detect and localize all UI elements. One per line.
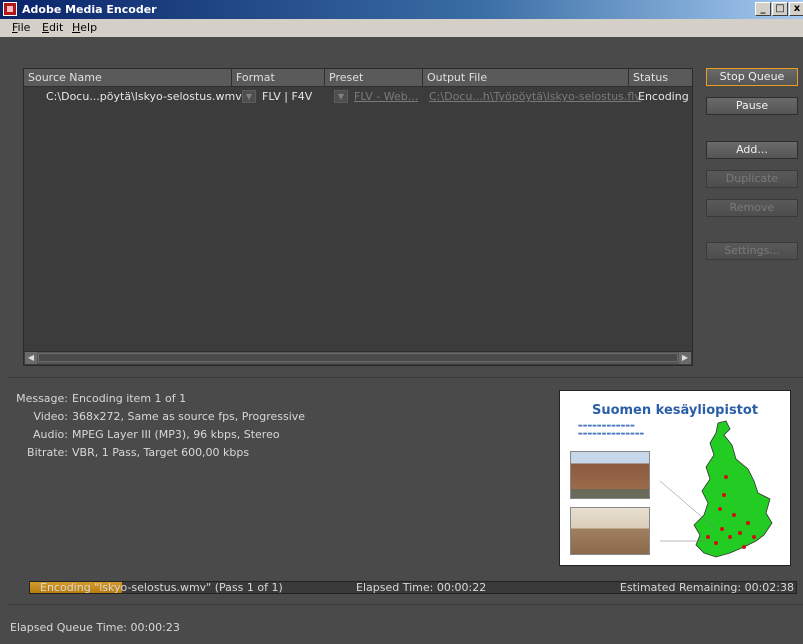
menu-edit[interactable]: Edit (42, 21, 63, 34)
preset-dropdown-icon[interactable]: ▼ (334, 90, 348, 103)
column-source-name[interactable]: Source Name (28, 71, 102, 84)
preview-subtext-line: ▬▬▬▬▬▬▬▬▬▬▬▬▬▬ (578, 431, 645, 437)
scrollbar-thumb[interactable] (38, 353, 678, 362)
video-value: 368x272, Same as source fps, Progressive (72, 410, 306, 423)
row-format[interactable]: FLV | F4V (262, 90, 312, 103)
elapsed-queue-time: Elapsed Queue Time: 00:00:23 (10, 621, 180, 634)
settings-button[interactable]: Settings... (706, 242, 798, 260)
encoding-progress-bar: Encoding "lskyo-selostus.wmv" (Pass 1 of… (29, 581, 797, 594)
audio-label: Audio: (33, 428, 68, 441)
preview-photo-building (570, 451, 650, 499)
menu-help[interactable]: Help (72, 21, 97, 34)
preview-slide-title: Suomen kesäyliopistot (591, 403, 759, 418)
stop-queue-button[interactable]: Stop Queue (706, 68, 798, 86)
panel-divider (8, 377, 803, 378)
footer-divider (8, 604, 803, 605)
message-label: Message: (16, 392, 68, 405)
row-output-file[interactable]: C:\Docu...h\Työpöytä\lskyo-selostus.flv (429, 90, 641, 103)
window-title: Adobe Media Encoder (22, 3, 157, 16)
row-preset[interactable]: FLV - Web... (354, 90, 418, 103)
column-format[interactable]: Format (236, 71, 275, 84)
scroll-right-icon[interactable]: ▶ (679, 352, 691, 364)
estimated-remaining: Estimated Remaining: 00:02:38 (619, 581, 794, 594)
queue-row[interactable]: C:\Docu...pöytä\lskyo-selostus.wmv ▼ FLV… (24, 87, 692, 107)
column-preset[interactable]: Preset (329, 71, 363, 84)
preview-photo-room (570, 507, 650, 555)
menu-file[interactable]: File (12, 21, 30, 34)
column-output-file[interactable]: Output File (427, 71, 487, 84)
menu-bar: File Edit Help (0, 19, 803, 37)
audio-value: MPEG Layer III (MP3), 96 kbps, Stereo (72, 428, 280, 441)
format-dropdown-icon[interactable]: ▼ (242, 90, 256, 103)
add-button[interactable]: Add... (706, 141, 798, 159)
remove-button[interactable]: Remove (706, 199, 798, 217)
scroll-left-icon[interactable]: ◀ (25, 352, 37, 364)
encode-queue[interactable]: Source Name Format Preset Output File St… (23, 68, 693, 366)
title-bar: Adobe Media Encoder _ □ x (0, 0, 803, 19)
duplicate-button[interactable]: Duplicate (706, 170, 798, 188)
minimize-button[interactable]: _ (755, 2, 771, 16)
queue-header: Source Name Format Preset Output File St… (24, 69, 692, 87)
bitrate-label: Bitrate: (27, 446, 68, 459)
preview-subtext-line: ▬▬▬▬▬▬▬▬▬▬▬▬ (578, 423, 635, 429)
video-preview: Suomen kesäyliopistot ▬▬▬▬▬▬▬▬▬▬▬▬ ▬▬▬▬▬… (559, 390, 791, 566)
close-button[interactable]: x (789, 2, 803, 16)
app-icon[interactable] (3, 2, 17, 16)
video-label: Video: (33, 410, 68, 423)
horizontal-scrollbar[interactable]: ◀ ▶ (25, 351, 691, 364)
elapsed-time: Elapsed Time: 00:00:22 (356, 581, 487, 594)
finland-map-icon (660, 420, 773, 558)
pause-button[interactable]: Pause (706, 97, 798, 115)
bitrate-value: VBR, 1 Pass, Target 600,00 kbps (72, 446, 250, 459)
maximize-button[interactable]: □ (772, 2, 788, 16)
row-status: Encoding (638, 90, 689, 103)
row-source-name: C:\Docu...pöytä\lskyo-selostus.wmv (46, 90, 242, 103)
message-value: Encoding item 1 of 1 (72, 392, 187, 405)
progress-label: Encoding "lskyo-selostus.wmv" (Pass 1 of… (40, 581, 283, 594)
column-status[interactable]: Status (633, 71, 668, 84)
